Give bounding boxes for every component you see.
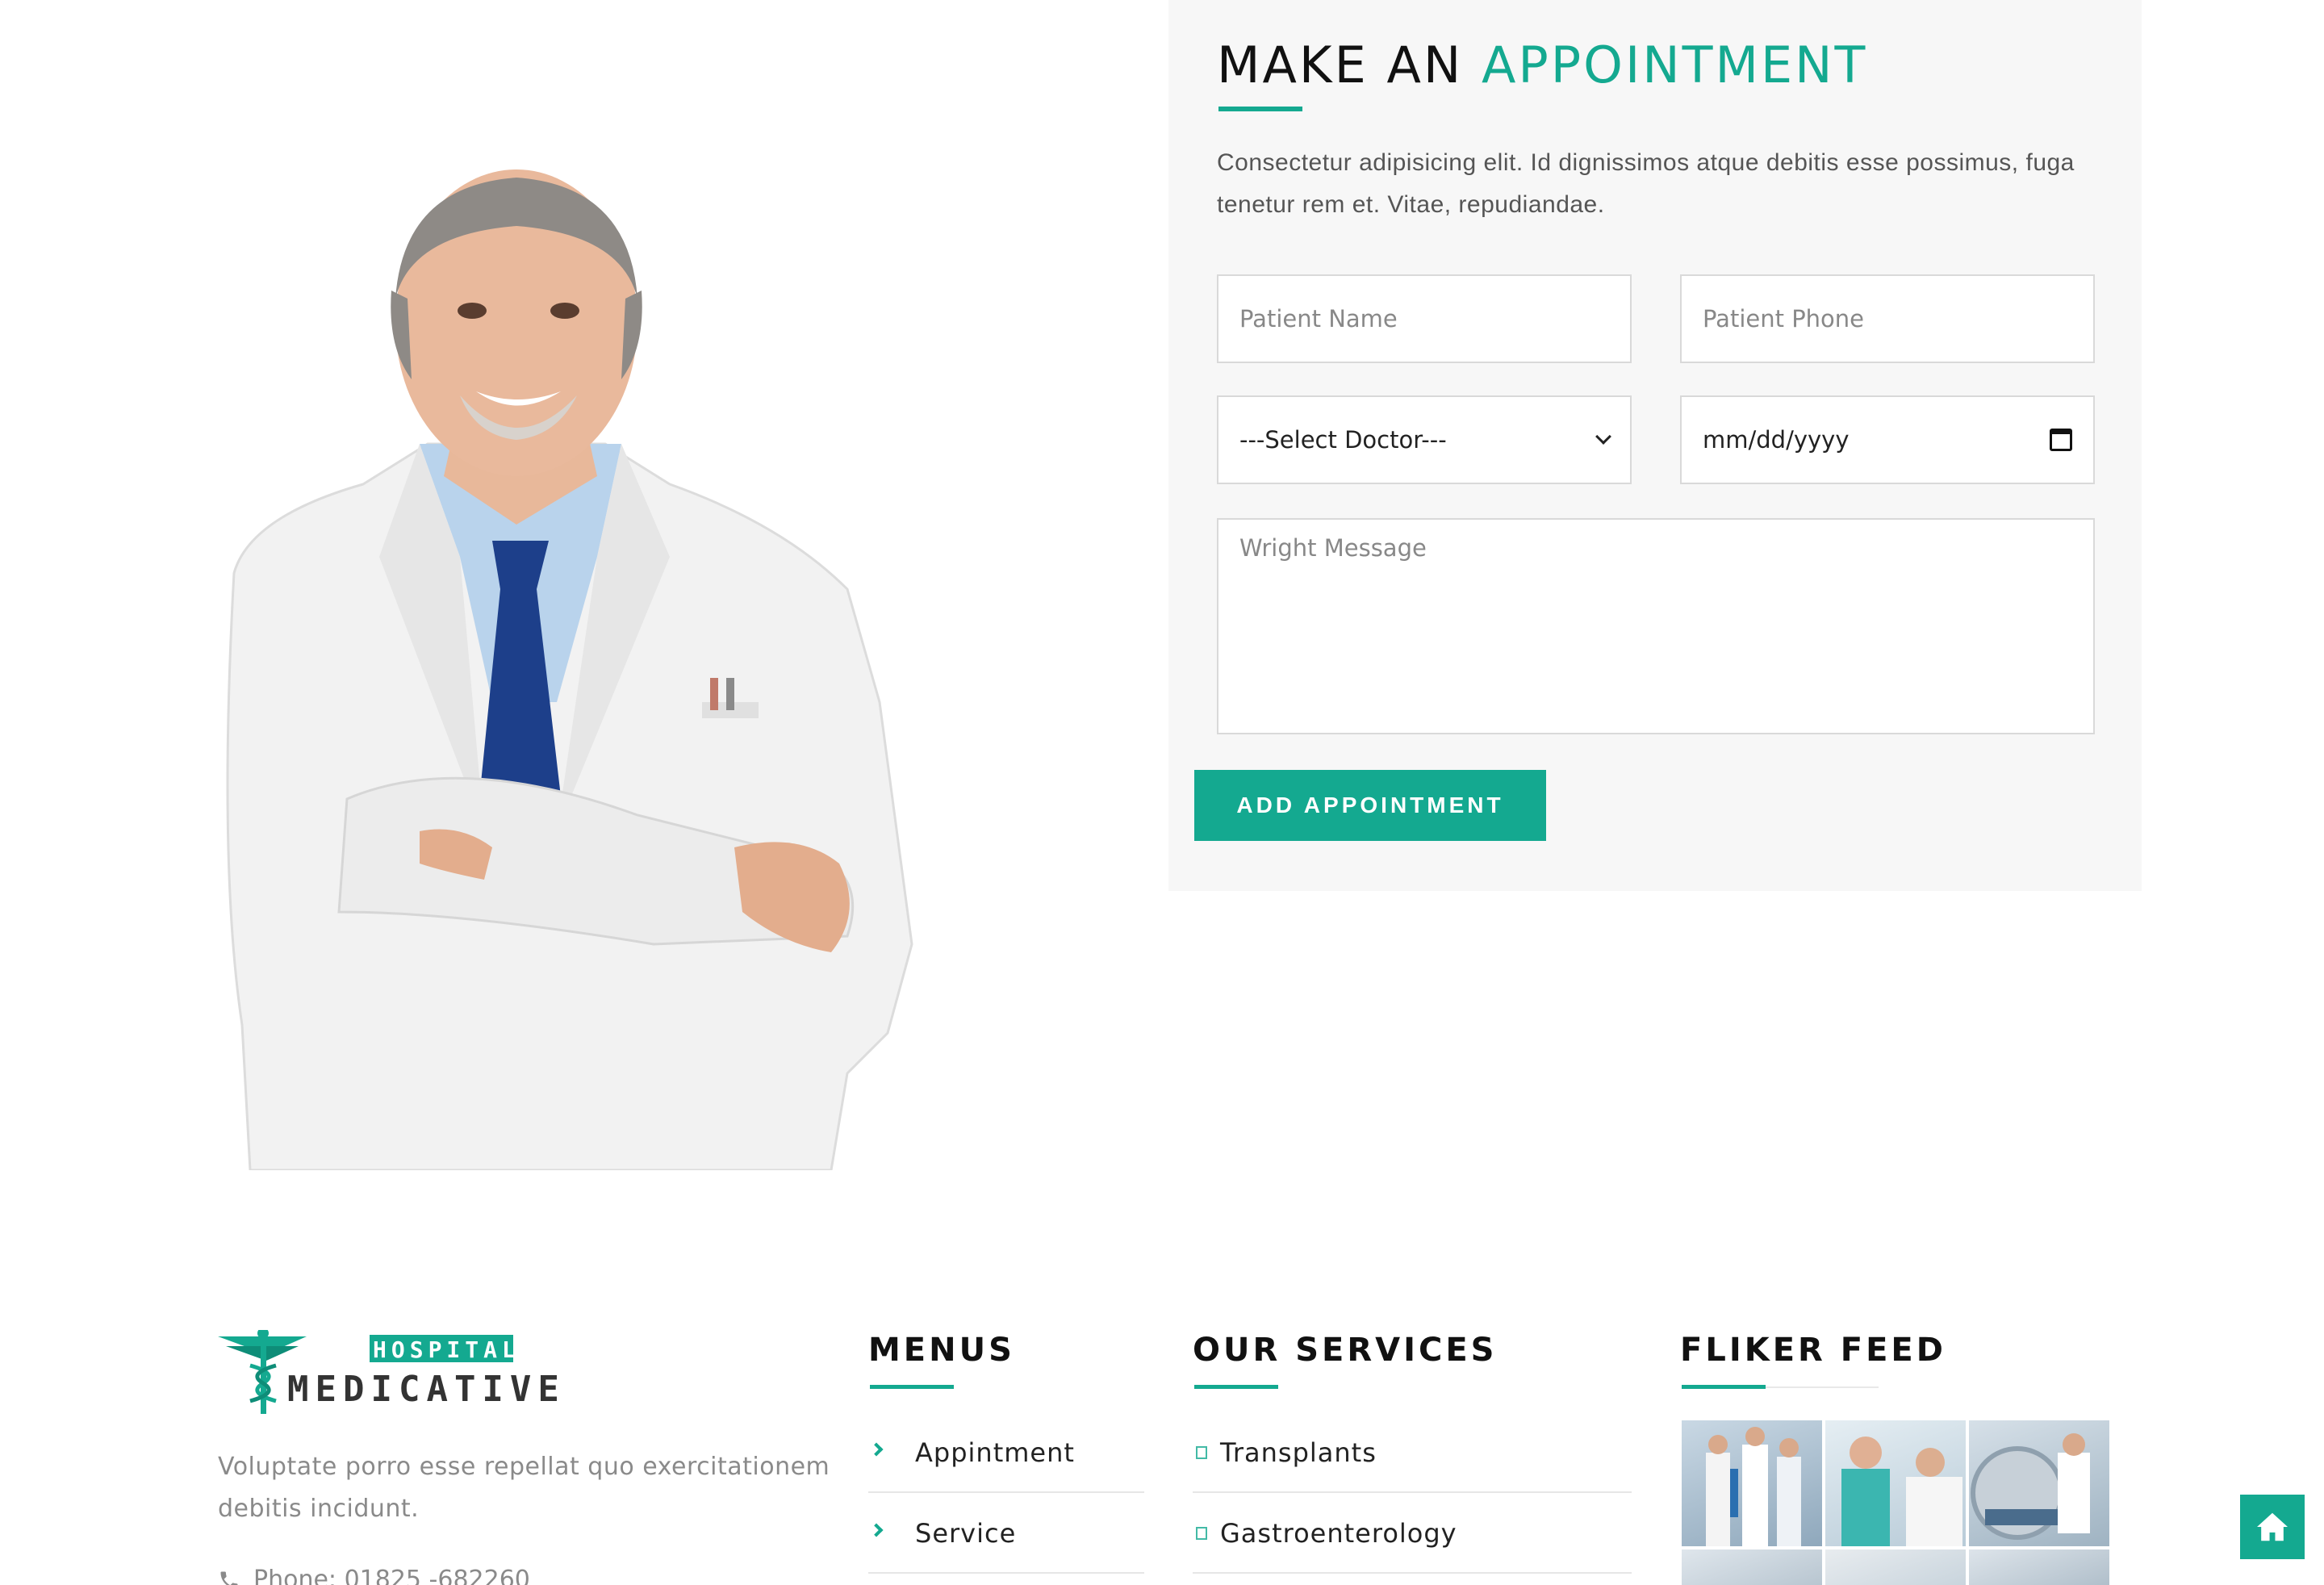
patient-name-input[interactable]: Patient Name (1217, 274, 1632, 363)
service-item-gastroenterology[interactable]: Gastroenterology (1193, 1495, 1632, 1574)
chevron-right-icon (869, 1523, 884, 1537)
patient-name-placeholder: Patient Name (1239, 305, 1398, 332)
menu-item-service[interactable]: Service (868, 1495, 1144, 1574)
service-item-transplants[interactable]: Transplants (1193, 1414, 1632, 1493)
hospital-logo[interactable]: HOSPITAL MEDICATIVE (218, 1328, 559, 1419)
phone-icon (220, 1571, 238, 1585)
calendar-icon[interactable] (2050, 429, 2072, 451)
flicker-photo[interactable] (1682, 1420, 1822, 1546)
flicker-photo[interactable] (1682, 1549, 1822, 1585)
footer-phone: Phone: 01825 -682260 (218, 1566, 530, 1585)
service-item-label: Transplants (1220, 1437, 1377, 1468)
appointment-description: Consectetur adipisicing elit. Id digniss… (1217, 149, 2075, 218)
patient-phone-input[interactable]: Patient Phone (1680, 274, 2095, 363)
title-underline (1218, 107, 1302, 111)
menu-item-appointment[interactable]: Appintment (868, 1414, 1144, 1493)
services-title: OUR SERVICES (1193, 1332, 1498, 1369)
appointment-title: MAKE AN APPOINTMENT (1217, 36, 1867, 94)
flicker-photo[interactable] (1825, 1549, 1966, 1585)
logo-badge-text: HOSPITAL (373, 1336, 520, 1363)
flicker-feed-grid (1682, 1420, 2109, 1585)
message-textarea[interactable]: Wright Message (1217, 518, 2095, 734)
appointment-title-main: MAKE AN (1217, 36, 1464, 94)
menus-underline (870, 1385, 954, 1389)
menu-item-label: Service (915, 1518, 1017, 1549)
home-icon (2257, 1512, 2288, 1541)
message-placeholder: Wright Message (1239, 534, 1427, 562)
services-underline (1194, 1385, 1278, 1389)
back-to-top-button[interactable] (2240, 1495, 2305, 1559)
flicker-photo[interactable] (1825, 1420, 1966, 1546)
date-placeholder: mm/dd/yyyy (1703, 426, 1850, 454)
select-doctor-value: ---Select Doctor--- (1239, 426, 1447, 454)
service-bullet-icon (1196, 1527, 1207, 1540)
doctor-photo (218, 137, 920, 1170)
flicker-underline (1682, 1385, 1766, 1389)
service-bullet-icon (1196, 1446, 1207, 1459)
flicker-photo[interactable] (1969, 1549, 2109, 1585)
chevron-right-icon (869, 1442, 884, 1457)
appointment-panel: MAKE AN APPOINTMENT Consectetur adipisic… (1168, 0, 2142, 891)
menu-item-label: Appintment (915, 1437, 1075, 1468)
footer-description: Voluptate porro esse repellat quo exerci… (218, 1453, 830, 1523)
footer-phone-text: Phone: 01825 -682260 (253, 1566, 530, 1585)
appointment-date-input[interactable]: mm/dd/yyyy (1680, 395, 2095, 484)
flicker-underline-faint (1766, 1386, 1879, 1388)
appointment-title-accent: APPOINTMENT (1481, 36, 1868, 94)
logo-name-text: MEDICATIVE (287, 1369, 566, 1410)
add-appointment-button[interactable]: ADD APPOINTMENT (1194, 770, 1546, 841)
flicker-photo[interactable] (1969, 1420, 2109, 1546)
service-item-label: Gastroenterology (1220, 1518, 1457, 1549)
flicker-title: FLIKER FEED (1680, 1332, 1946, 1369)
chevron-down-icon (1595, 429, 1611, 445)
menus-title: MENUS (868, 1332, 1015, 1369)
select-doctor-dropdown[interactable]: ---Select Doctor--- (1217, 395, 1632, 484)
patient-phone-placeholder: Patient Phone (1703, 305, 1865, 332)
